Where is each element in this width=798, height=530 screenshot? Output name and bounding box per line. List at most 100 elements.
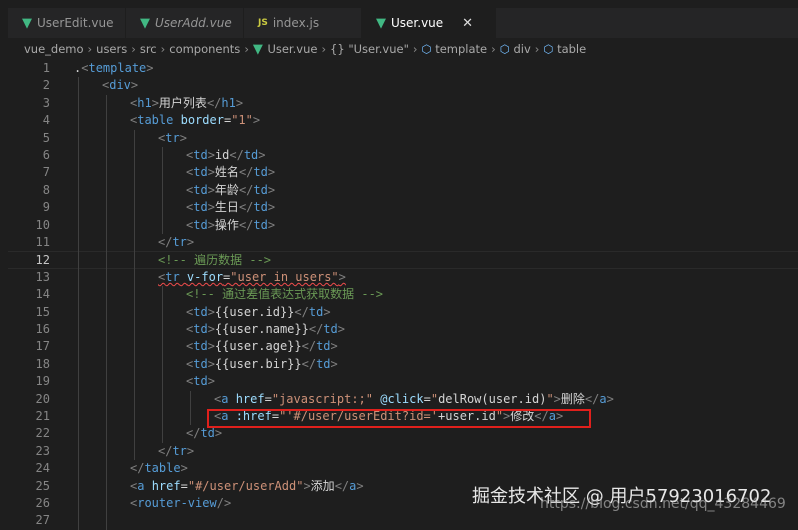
indent-guide (106, 268, 107, 287)
indent-guide (106, 129, 107, 147)
line-content: </tr> (158, 234, 194, 251)
chevron-right-icon: › (244, 42, 249, 56)
breadcrumb-item[interactable]: vue_demo (24, 42, 84, 56)
token: {{user.age}} (214, 339, 302, 354)
indent-guide (78, 77, 79, 95)
tab-useredit-vue[interactable]: ▼ UserEdit.vue (8, 8, 126, 38)
indent-guide (78, 321, 79, 339)
token: " (430, 391, 439, 406)
code-line[interactable]: 12 <!-- 遍历数据 --> (8, 251, 798, 269)
code-line[interactable]: 8 <td>年龄</td> (8, 182, 798, 199)
token: > (207, 356, 215, 371)
chevron-right-icon: › (87, 42, 93, 56)
indent-guide (78, 181, 79, 200)
line-number: 14 (35, 287, 50, 302)
indent-guide (134, 268, 135, 287)
token: > (146, 61, 154, 75)
code-line[interactable]: 11 </tr> (8, 234, 798, 251)
code-line[interactable]: 20 <a href="javascript:;" @click="delRow(… (8, 391, 798, 408)
code-line[interactable]: 17 <td>{{user.age}}</td> (8, 338, 798, 355)
code-line[interactable]: 24 </table> (8, 460, 798, 477)
code-editor[interactable]: 1 .<template> 2 <div> 3 <h1>用户列表</h1> 4 <table … (8, 60, 798, 530)
line-number: 5 (42, 130, 50, 145)
indent-guide (106, 199, 107, 217)
token: > (207, 148, 215, 162)
breadcrumb-label: components (169, 42, 241, 56)
token: > (606, 391, 614, 406)
token: td (253, 217, 268, 232)
line-content: <td>生日</td> (186, 199, 275, 216)
line-number: 9 (42, 200, 50, 215)
code-line[interactable]: 14 <!-- 通过差值表达式获取数据 --> (8, 286, 798, 303)
indent-guide (106, 234, 107, 252)
tab-index-js[interactable]: JS index.js (244, 8, 362, 38)
tab-label: User.vue (391, 16, 444, 30)
indent-guide (134, 390, 135, 408)
code-line[interactable]: 23 </tr> (8, 443, 798, 460)
token: id (214, 148, 230, 162)
indent-guide (106, 321, 107, 339)
indent-guide (134, 408, 135, 426)
indent-guide (134, 442, 135, 461)
close-icon[interactable]: ✕ (462, 16, 473, 31)
token: = (423, 391, 431, 406)
breadcrumb-item[interactable]: ⬡ template (422, 42, 488, 56)
tab-useradd-vue[interactable]: ▼ UserAdd.vue (126, 8, 244, 38)
code-line[interactable]: 5 <tr> (8, 130, 798, 147)
token: 操作 (214, 217, 239, 232)
code-line[interactable]: 6 <td>id</td> (8, 147, 798, 164)
breadcrumb-item[interactable]: components (169, 42, 240, 56)
code-line[interactable]: 10 <td>操作</td> (8, 217, 798, 234)
breadcrumb-label: vue_demo (24, 42, 84, 56)
tab-label: index.js (272, 16, 320, 30)
chevron-right-icon: › (321, 42, 327, 56)
breadcrumb-item[interactable]: ⬡ div (500, 42, 531, 56)
vue-icon: ▼ (140, 15, 150, 31)
indent-guide (134, 164, 135, 182)
breadcrumb-item[interactable]: ▼ User.vue (253, 42, 318, 57)
code-line[interactable]: 7 <td>姓名</td> (8, 164, 798, 181)
indent-guide (162, 338, 163, 356)
breadcrumb-item[interactable]: {} "User.vue" (330, 42, 409, 56)
highlight-box (207, 409, 591, 428)
code-line[interactable]: 27 (8, 512, 798, 529)
tab-label: UserEdit.vue (37, 16, 114, 30)
breadcrumb-item[interactable]: users (96, 42, 127, 56)
token: {{user.name}} (214, 322, 309, 336)
line-number: 12 (35, 253, 50, 268)
indent-guide (162, 373, 163, 391)
token: </ (301, 356, 317, 371)
code-line[interactable]: 19 <td> (8, 373, 798, 390)
breadcrumb-item[interactable]: ⬡ table (543, 42, 586, 56)
token: = (180, 478, 188, 493)
token: 姓名 (214, 165, 239, 180)
token: h1 (221, 95, 236, 110)
token: </ (301, 339, 317, 354)
token: tr (165, 130, 180, 145)
tab-user-vue[interactable]: ▼ User.vue ✕ (362, 8, 497, 38)
code-line[interactable]: 13 <tr v-for="user in users"> (8, 269, 798, 286)
breadcrumb-label: table (557, 42, 587, 56)
code-line[interactable]: 1 .<template> (8, 60, 798, 77)
chevron-right-icon: › (160, 42, 166, 56)
code-line[interactable]: 18 <td>{{user.bir}}</td> (8, 356, 798, 373)
indent-guide (78, 268, 79, 287)
token: > (151, 95, 159, 110)
code-line[interactable]: 15 <td>{{user.id}}</td> (8, 304, 798, 321)
indent-guide (78, 94, 79, 113)
code-line[interactable]: 3 <h1>用户列表</h1> (8, 95, 798, 112)
breadcrumb-item[interactable]: src (140, 42, 157, 56)
code-line[interactable]: 2 <div> (8, 77, 798, 94)
code-line[interactable]: 16 <td>{{user.name}}</td> (8, 321, 798, 338)
indent-guide (78, 251, 79, 269)
code-line[interactable]: 4 <table border="1"> (8, 112, 798, 129)
token: > (186, 443, 195, 458)
token: > (180, 461, 188, 476)
line-number: 17 (35, 339, 50, 354)
token: td (253, 182, 268, 197)
token: </ (294, 304, 309, 319)
indent-guide (106, 94, 107, 113)
code-line[interactable]: 9 <td>生日</td> (8, 199, 798, 216)
token: {{user.bir}} (214, 356, 302, 371)
line-content: <td>id</td> (186, 147, 266, 164)
